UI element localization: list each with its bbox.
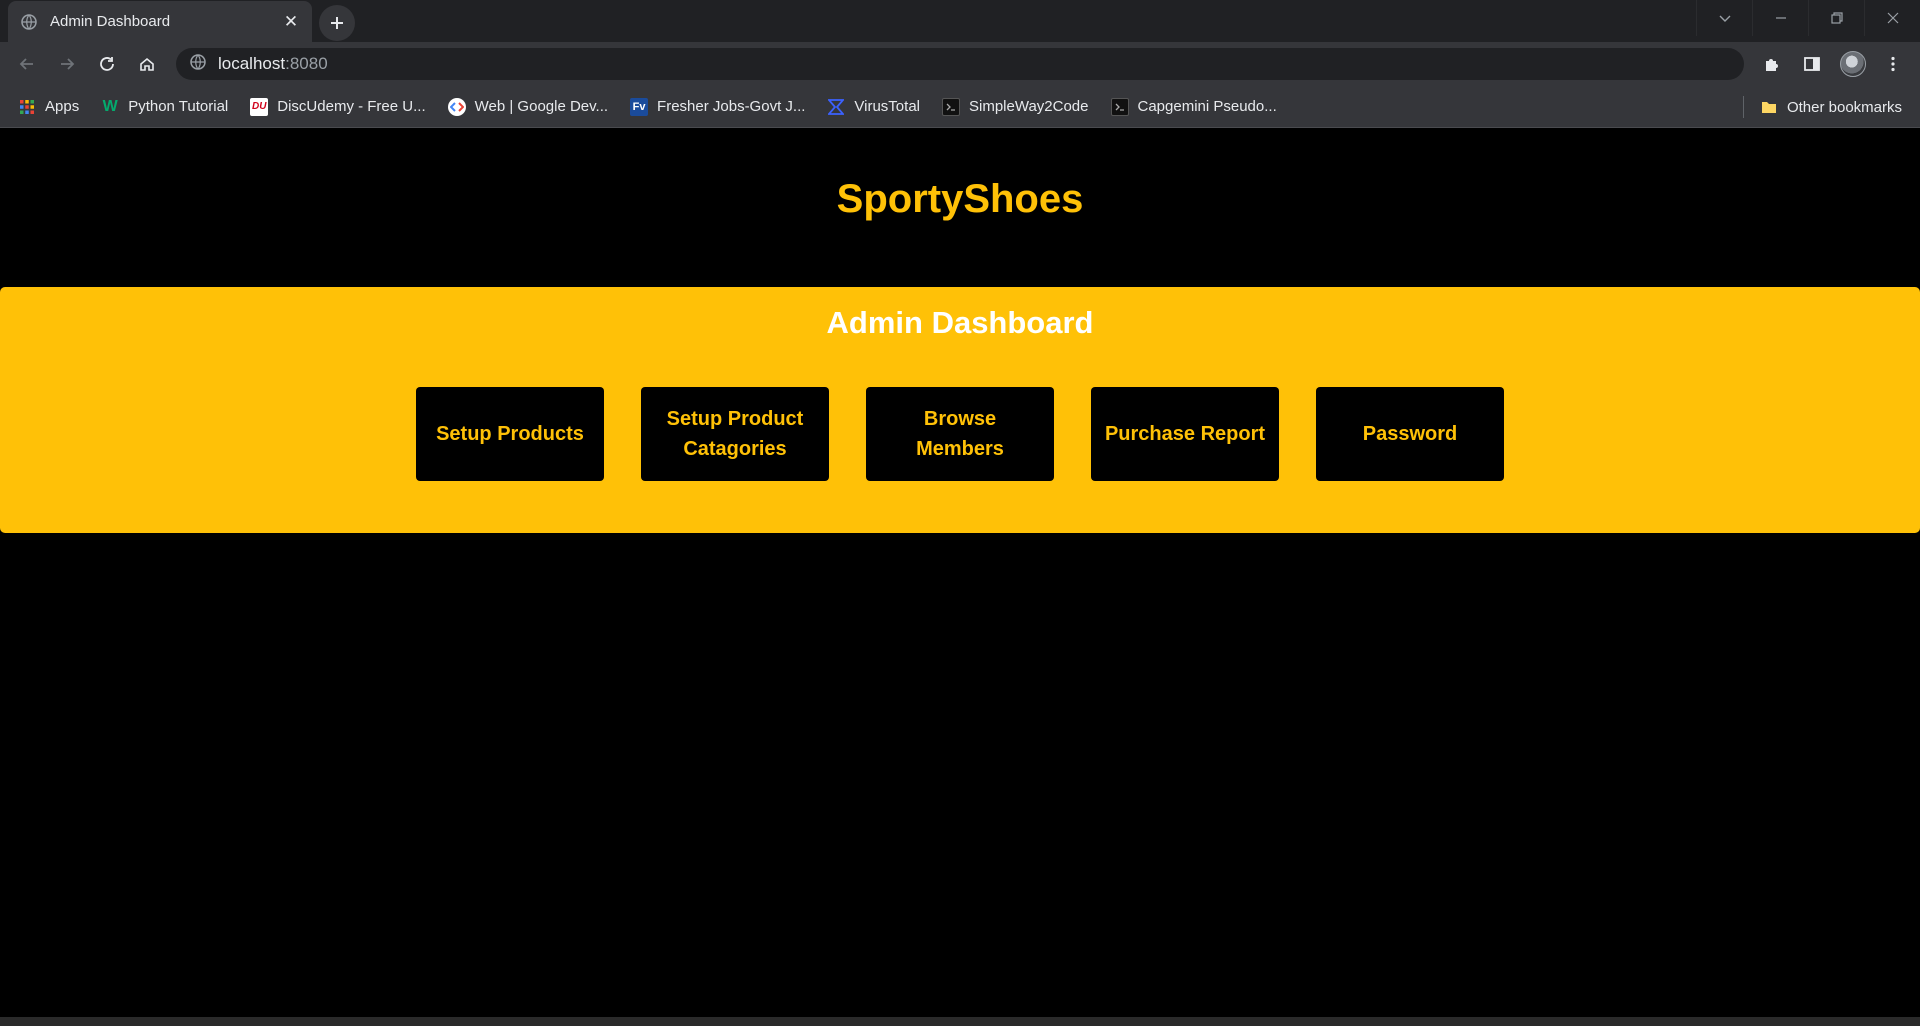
home-button[interactable] <box>132 49 162 79</box>
bookmark-apps[interactable]: Apps <box>18 93 89 121</box>
arrow-left-icon <box>19 58 33 70</box>
minimize-button[interactable] <box>1752 0 1808 36</box>
freshersvoice-icon: Fv <box>630 97 649 116</box>
bookmark-discudemy[interactable]: DU DiscUdemy - Free U... <box>250 93 435 121</box>
close-icon <box>1887 12 1898 24</box>
bookmark-fresher-jobs[interactable]: Fv Fresher Jobs-Govt J... <box>630 93 815 121</box>
dashboard-buttons: Setup Products Setup Product Catagories … <box>416 387 1504 481</box>
apps-grid-icon <box>18 98 36 116</box>
forward-button[interactable] <box>52 49 82 79</box>
terminal-icon <box>942 97 960 116</box>
bookmark-google-developers[interactable]: Web | Google Dev... <box>447 93 618 121</box>
back-button[interactable] <box>12 49 42 79</box>
reload-button[interactable] <box>92 49 122 79</box>
bookmarks-separator <box>1743 96 1744 118</box>
admin-panel: Admin Dashboard Setup Products Setup Pro… <box>0 287 1920 533</box>
kebab-menu-icon <box>1891 56 1895 72</box>
profile-button[interactable] <box>1838 49 1868 79</box>
close-window-button[interactable] <box>1864 0 1920 36</box>
google-developers-icon <box>447 97 466 116</box>
folder-icon <box>1760 98 1778 116</box>
bookmark-label: DiscUdemy - Free U... <box>277 98 426 115</box>
chevron-down-icon <box>1719 15 1730 22</box>
bookmark-label: VirusTotal <box>854 98 920 115</box>
purchase-report-button[interactable]: Purchase Report <box>1091 387 1279 481</box>
arrow-right-icon <box>61 58 75 70</box>
page-content: SportyShoes Admin Dashboard Setup Produc… <box>0 129 1920 1017</box>
bookmark-label: Python Tutorial <box>128 98 229 115</box>
menu-button[interactable] <box>1878 49 1908 79</box>
discudemy-icon: DU <box>250 97 269 116</box>
plus-icon <box>331 17 343 29</box>
bookmark-virustotal[interactable]: VirusTotal <box>827 93 930 121</box>
close-tab-icon[interactable]: ✕ <box>282 13 300 31</box>
home-icon <box>140 57 154 71</box>
avatar <box>1840 51 1866 77</box>
password-button[interactable]: Password <box>1316 387 1504 481</box>
active-tab[interactable]: Admin Dashboard ✕ <box>8 1 312 42</box>
extensions-button[interactable] <box>1757 49 1787 79</box>
tab-title: Admin Dashboard <box>50 13 171 30</box>
setup-product-categories-button[interactable]: Setup Product Catagories <box>641 387 829 481</box>
bookmark-simpleway2code[interactable]: SimpleWay2Code <box>942 93 1099 121</box>
browse-members-button[interactable]: Browse Members <box>866 387 1054 481</box>
globe-icon <box>20 13 38 31</box>
bottom-strip <box>0 1017 1920 1026</box>
restore-icon <box>1830 12 1843 24</box>
virustotal-icon <box>827 98 845 116</box>
bookmark-label: Web | Google Dev... <box>474 98 609 115</box>
tab-strip: Admin Dashboard ✕ <box>0 0 1920 42</box>
bookmark-label: Apps <box>45 98 80 115</box>
w3schools-icon: W <box>102 97 118 115</box>
brand-title: SportyShoes <box>836 177 1084 221</box>
other-bookmarks-label: Other bookmarks <box>1786 98 1902 116</box>
new-tab-button[interactable] <box>319 5 355 41</box>
terminal-icon <box>1110 97 1129 116</box>
bookmark-label: SimpleWay2Code <box>969 98 1089 115</box>
window-controls <box>1696 0 1920 36</box>
puzzle-icon <box>1766 59 1778 71</box>
side-panel-button[interactable] <box>1797 49 1827 79</box>
url-port: :8080 <box>285 54 328 73</box>
bookmark-label: Fresher Jobs-Govt J... <box>657 98 806 115</box>
other-bookmarks[interactable]: Other bookmarks <box>1760 93 1902 121</box>
bookmark-label: Capgemini Pseudo... <box>1137 98 1277 115</box>
browser-toolbar: localhost:8080 <box>0 42 1920 86</box>
tab-search-button[interactable] <box>1696 0 1752 36</box>
address-bar[interactable]: localhost:8080 <box>176 48 1744 80</box>
site-info-icon[interactable] <box>190 53 206 75</box>
bookmark-python-tutorial[interactable]: W Python Tutorial <box>101 93 238 121</box>
url-host: localhost <box>218 54 286 73</box>
bookmark-capgemini[interactable]: Capgemini Pseudo... <box>1110 93 1287 121</box>
minimize-icon <box>1775 17 1786 19</box>
reload-icon <box>100 57 114 71</box>
side-panel-icon <box>1804 57 1820 71</box>
restore-button[interactable] <box>1808 0 1864 36</box>
setup-products-button[interactable]: Setup Products <box>416 387 604 481</box>
bookmarks-bar: Apps W Python Tutorial DU DiscUdemy - Fr… <box>0 86 1920 128</box>
panel-title: Admin Dashboard <box>826 305 1094 340</box>
